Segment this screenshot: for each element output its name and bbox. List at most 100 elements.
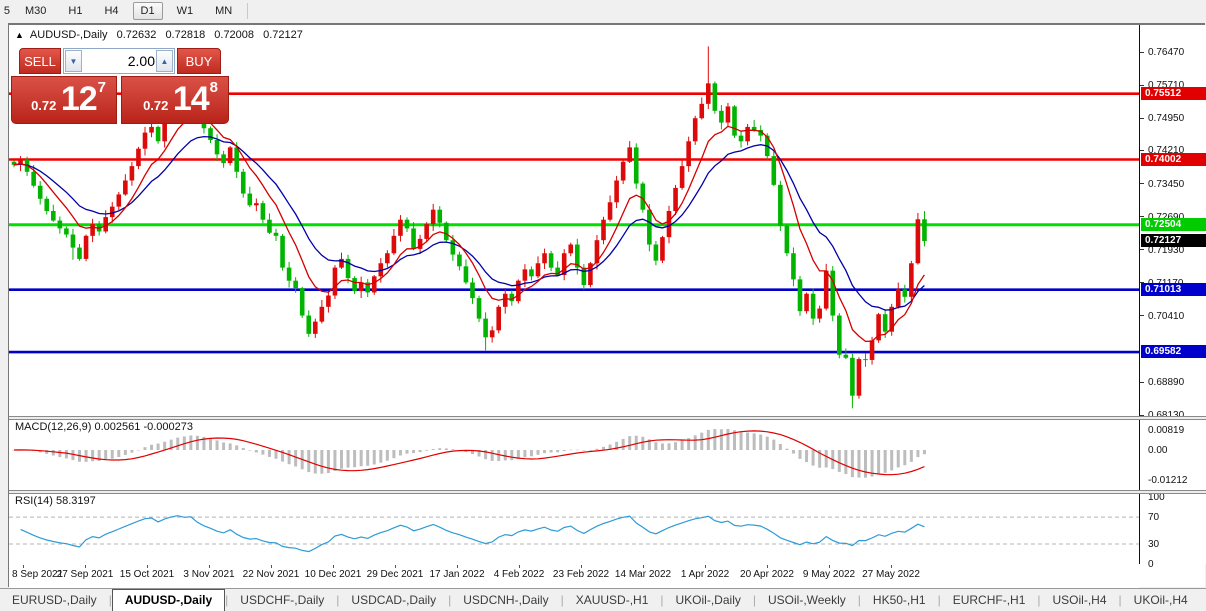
timeframe-buttons: M30 H1 H4 D1 W1 MN (14, 2, 243, 20)
macd-tick-label: 0.00 (1148, 445, 1167, 456)
time-tick-mark (395, 565, 396, 568)
macd-label-row: MACD(12,26,9) 0.002561 -0.000273 (15, 421, 193, 433)
macd-main-value: 0.002561 (94, 421, 140, 433)
chart-symbol-label: AUDUSD-,Daily (30, 29, 108, 41)
timeframe-button-h4[interactable]: H4 (96, 2, 126, 20)
price-tick-label: 0.76470 (1148, 47, 1184, 58)
time-tick-label: 23 Feb 2022 (553, 569, 609, 580)
buy-price-box[interactable]: 0.72 148 (121, 76, 229, 124)
trading-app: { "toolbar": { "partial_left": "5", "tim… (0, 0, 1206, 611)
time-tick-mark (333, 565, 334, 568)
chart-title: ▲AUDUSD-,Daily 0.72632 0.72818 0.72008 0… (15, 29, 303, 41)
timeframe-toolbar: 5 M30 H1 H4 D1 W1 MN (0, 0, 1206, 22)
time-tick-mark (209, 565, 210, 568)
price-level-badge: 0.72504 (1141, 218, 1206, 231)
price-level-badge: 0.69582 (1141, 345, 1206, 358)
time-tick-label: 1 Apr 2022 (681, 569, 729, 580)
macd-tick-label: -0.01212 (1148, 475, 1187, 486)
price-tick-label: 0.70410 (1148, 311, 1184, 322)
rsi-tick-label: 30 (1148, 539, 1159, 550)
time-tick-mark (581, 565, 582, 568)
chart-tab-eurchf-h1[interactable]: EURCHF-,H1 (941, 590, 1038, 611)
chart-tab-audusd-daily[interactable]: AUDUSD-,Daily (112, 589, 225, 611)
chart-tab-usdcad-daily[interactable]: USDCAD-,Daily (339, 590, 448, 611)
price-tick-mark (1140, 315, 1144, 316)
volume-increase-button[interactable]: ▲ (156, 50, 173, 72)
chart-tab-usoil-h4[interactable]: USOil-,H4 (1041, 590, 1119, 611)
time-tick-mark (271, 565, 272, 568)
volume-stepper: ▼ ▲ (63, 48, 175, 74)
rsi-value: 58.3197 (56, 495, 96, 507)
tab-scroll-nav: |◂▸ (1200, 589, 1206, 611)
chart-window: ▲AUDUSD-,Daily 0.72632 0.72818 0.72008 0… (8, 23, 1205, 587)
sell-price-prefix: 0.72 (31, 98, 56, 113)
time-tick-label: 4 Feb 2022 (494, 569, 545, 580)
time-tick-label: 10 Dec 2021 (305, 569, 362, 580)
time-tick-label: 8 Sep 2021 (12, 569, 63, 580)
rsi-label-row: RSI(14) 58.3197 (15, 495, 96, 507)
macd-panel-separator[interactable] (9, 416, 1206, 420)
timeframe-button-d1[interactable]: D1 (133, 2, 163, 20)
chart-tab-ukoil-h4[interactable]: UKOil-,H4 (1122, 590, 1200, 611)
rsi-tick-label: 70 (1148, 512, 1159, 523)
price-tick-mark (1140, 150, 1144, 151)
time-axis[interactable]: 8 Sep 202127 Sep 2021 15 Oct 2021 3 Nov 20… (9, 565, 1139, 588)
chart-tab-usdchf-daily[interactable]: USDCHF-,Daily (228, 590, 336, 611)
price-tick-mark (1140, 183, 1144, 184)
time-tick-mark (457, 565, 458, 568)
time-tick-label: 17 Jan 2022 (429, 569, 484, 580)
price-level-badge: 0.71013 (1141, 283, 1206, 296)
price-level-badge: 0.75512 (1141, 87, 1206, 100)
chart-tab-usoil-weekly[interactable]: USOil-,Weekly (756, 590, 858, 611)
buy-price-main: 14 (173, 80, 209, 118)
rsi-panel-separator[interactable] (9, 490, 1206, 494)
chart-tab-eurusd-daily[interactable]: EURUSD-,Daily (0, 590, 109, 611)
time-tick-label: 29 Dec 2021 (367, 569, 424, 580)
macd-signal-line (14, 431, 924, 475)
time-tick-mark (891, 565, 892, 568)
time-tick-label: 27 May 2022 (862, 569, 920, 580)
price-level-badge: 0.74002 (1141, 153, 1206, 166)
time-tick-mark (85, 565, 86, 568)
time-tick-label: 3 Nov 2021 (183, 569, 234, 580)
ohlc-high: 0.72818 (165, 29, 205, 41)
time-tick-label: 27 Sep 2021 (57, 569, 114, 580)
price-tick-mark (1140, 249, 1144, 250)
volume-decrease-button[interactable]: ▼ (65, 50, 82, 72)
timeframe-button-mn[interactable]: MN (207, 2, 240, 20)
sell-price-box[interactable]: 0.72 127 (11, 76, 117, 124)
chart-tab-xauusd-h1[interactable]: XAUUSD-,H1 (564, 590, 661, 611)
price-tick-mark (1140, 52, 1144, 53)
symbol-collapse-arrow-icon[interactable]: ▲ (15, 30, 24, 40)
time-tick-mark (705, 565, 706, 568)
macd-signal-value: -0.000273 (143, 421, 193, 433)
time-tick-label: 15 Oct 2021 (120, 569, 174, 580)
timeframe-button-w1[interactable]: W1 (169, 2, 202, 20)
macd-indicator-label: MACD(12,26,9) (15, 421, 91, 433)
price-tick-label: 0.73450 (1148, 179, 1184, 190)
timeframe-button-partial[interactable]: 5 (0, 5, 10, 17)
time-tick-label: 20 Apr 2022 (740, 569, 794, 580)
sell-button[interactable]: SELL (19, 48, 61, 74)
time-tick-mark (23, 565, 24, 568)
chart-tab-ukoil-daily[interactable]: UKOil-,Daily (664, 590, 753, 611)
time-tick-mark (829, 565, 830, 568)
time-tick-mark (767, 565, 768, 568)
timeframe-button-m30[interactable]: M30 (17, 2, 54, 20)
price-level-badge: 0.72127 (1141, 234, 1206, 247)
toolbar-separator (247, 3, 248, 19)
time-tick-mark (147, 565, 148, 568)
rsi-tick-label: 0 (1148, 559, 1154, 570)
chart-tab-usdcnh-daily[interactable]: USDCNH-,Daily (451, 590, 560, 611)
chart-tab-hk50-h1[interactable]: HK50-,H1 (861, 590, 938, 611)
time-tick-label: 14 Mar 2022 (615, 569, 671, 580)
chart-tab-bar: EURUSD-,Daily|AUDUSD-,Daily|USDCHF-,Dail… (0, 588, 1206, 611)
price-axis[interactable]: 0.764700.757100.749500.742100.734500.726… (1139, 25, 1206, 564)
buy-button[interactable]: BUY (177, 48, 221, 74)
volume-input[interactable] (83, 50, 155, 72)
timeframe-button-h1[interactable]: H1 (60, 2, 90, 20)
sell-price-main: 12 (61, 80, 97, 118)
rsi-indicator-label: RSI(14) (15, 495, 53, 507)
price-tick-label: 0.68890 (1148, 377, 1184, 388)
price-tick-mark (1140, 382, 1144, 383)
